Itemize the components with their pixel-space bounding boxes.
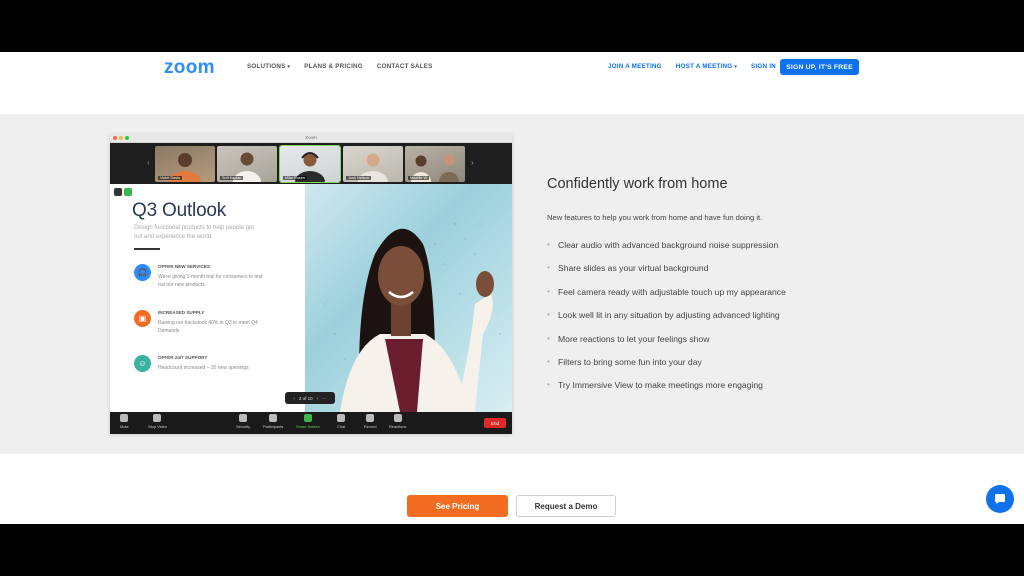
participant-tile: Josh Nelson (343, 146, 403, 182)
feature-item: Share slides as your virtual background (547, 263, 786, 286)
nav-join-meeting[interactable]: JOIN A MEETING (608, 63, 662, 70)
feature-item: Look well lit in any situation by adjust… (547, 310, 786, 333)
headphones-icon: 🎧 (134, 264, 151, 281)
participant-tile: Maddie W (405, 146, 465, 182)
top-nav: zoom SOLUTIONS ▾ PLANS & PRICING CONTACT … (0, 52, 1024, 114)
reactions-button[interactable]: Reactions (389, 414, 406, 429)
smiley-icon (393, 414, 402, 422)
participant-tile: Violet Davis (155, 146, 215, 182)
slide-controls (114, 188, 132, 196)
shared-slide: Q3 Outlook Design functional products to… (110, 184, 305, 412)
feature-heading: Confidently work from home (547, 176, 728, 192)
slide-title: Q3 Outlook (132, 200, 227, 221)
request-demo-button[interactable]: Request a Demo (516, 495, 616, 517)
participant-name: Sofi Kaplan (220, 176, 244, 180)
zoom-page: zoom SOLUTIONS ▾ PLANS & PRICING CONTACT … (0, 52, 1024, 524)
chevron-right-icon[interactable]: › (317, 396, 319, 401)
divider (134, 248, 160, 250)
feature-item: Filters to bring some fun into your day (547, 357, 786, 380)
chevron-down-icon: ▾ (287, 64, 291, 70)
feature-list: Clear audio with advanced background noi… (547, 240, 786, 404)
slide-item-heading: OFFER NEW SERVICES (158, 264, 210, 269)
signup-button[interactable]: SIGN UP, IT'S FREE (780, 59, 859, 75)
participants-button[interactable]: Participants (263, 414, 283, 429)
slide-item-body: We're giving 1-month trial for consumers… (158, 274, 263, 288)
participant-name: Josh Nelson (346, 176, 371, 180)
participant-tile: Sofi Kaplan (217, 146, 277, 182)
see-pricing-button[interactable]: See Pricing (407, 495, 508, 517)
more-icon[interactable]: ··· (322, 396, 327, 401)
participant-strip: ‹ Violet Davis Sofi Kaplan Mike Rosen Jo… (110, 143, 512, 184)
share-screen-button[interactable]: Share Screen (296, 414, 320, 429)
feature-item: Feel camera ready with adjustable touch … (547, 287, 786, 310)
nav-sign-in[interactable]: SIGN IN (751, 63, 776, 70)
chat-button[interactable]: Chat (337, 414, 345, 429)
pager-label: 2 of 10 (298, 395, 313, 401)
meeting-toolbar: Mute Stop Video Security Participants Sh… (110, 412, 512, 434)
participant-tile-active: Mike Rosen (279, 145, 341, 183)
security-button[interactable]: Security (236, 414, 250, 429)
microphone-icon (120, 414, 129, 422)
box-icon: ▣ (134, 310, 151, 327)
slide-item-body: Headcount increased – 20 new openings (158, 365, 249, 371)
nav-primary: SOLUTIONS ▾ PLANS & PRICING CONTACT SALES (247, 63, 433, 70)
feature-item: Clear audio with advanced background noi… (547, 240, 786, 263)
shield-icon (239, 414, 248, 422)
participant-name: Mike Rosen (283, 176, 308, 180)
browser-viewport: zoom SOLUTIONS ▾ PLANS & PRICING CONTACT … (0, 0, 1024, 576)
mute-button[interactable]: Mute (120, 414, 129, 429)
nav-plans-pricing[interactable]: PLANS & PRICING (304, 63, 363, 70)
camera-icon (153, 414, 162, 422)
slide-pager: ‹ 2 of 10 › ··· (285, 392, 335, 404)
participant-name: Maddie W (408, 176, 430, 180)
chat-icon (337, 414, 346, 422)
chevron-right-icon: › (471, 158, 474, 167)
nav-host-meeting[interactable]: HOST A MEETING ▾ (676, 63, 737, 70)
end-meeting-button[interactable]: End (484, 418, 506, 428)
slide-item-body: Raising our backstock 40% in Q3 to meet … (158, 320, 258, 334)
zoom-logo[interactable]: zoom (164, 57, 215, 79)
chat-widget-button[interactable] (986, 485, 1014, 513)
record-icon (366, 414, 375, 422)
feature-intro: New features to help you work from home … (547, 213, 763, 222)
support-icon: ☺ (134, 355, 151, 372)
record-button[interactable]: Record (364, 414, 377, 429)
stop-video-button[interactable]: Stop Video (148, 414, 167, 429)
participant-name: Violet Davis (158, 176, 182, 180)
speaker-illustration (324, 222, 501, 412)
zoom-meeting-mockup: Zoom ‹ Violet Davis Sofi Kaplan Mike Ros… (110, 134, 512, 434)
grid-icon[interactable] (114, 188, 122, 196)
chat-bubble-icon (995, 494, 1005, 504)
window-title: Zoom (305, 135, 317, 140)
nav-contact-sales[interactable]: CONTACT SALES (377, 63, 433, 70)
slide-item-heading: OFFER 24/7 SUPPORT (158, 355, 208, 360)
feature-item: Try Immersive View to make meetings more… (547, 380, 786, 403)
chevron-left-icon: ‹ (147, 158, 150, 167)
people-icon (269, 414, 278, 422)
feature-item: More reactions to let your feelings show (547, 334, 786, 357)
nav-secondary: JOIN A MEETING HOST A MEETING ▾ SIGN IN (608, 63, 776, 70)
nav-solutions[interactable]: SOLUTIONS ▾ (247, 63, 290, 70)
shield-icon[interactable] (124, 188, 132, 196)
speaker-video (305, 184, 512, 412)
slide-subtitle: Design functional products to help peopl… (134, 225, 255, 240)
share-screen-icon (303, 414, 312, 422)
chevron-down-icon: ▾ (734, 64, 738, 70)
window-titlebar: Zoom (110, 134, 512, 143)
slide-item-heading: INCREASED SUPPLY (158, 310, 205, 315)
chevron-left-icon[interactable]: ‹ (293, 396, 295, 401)
